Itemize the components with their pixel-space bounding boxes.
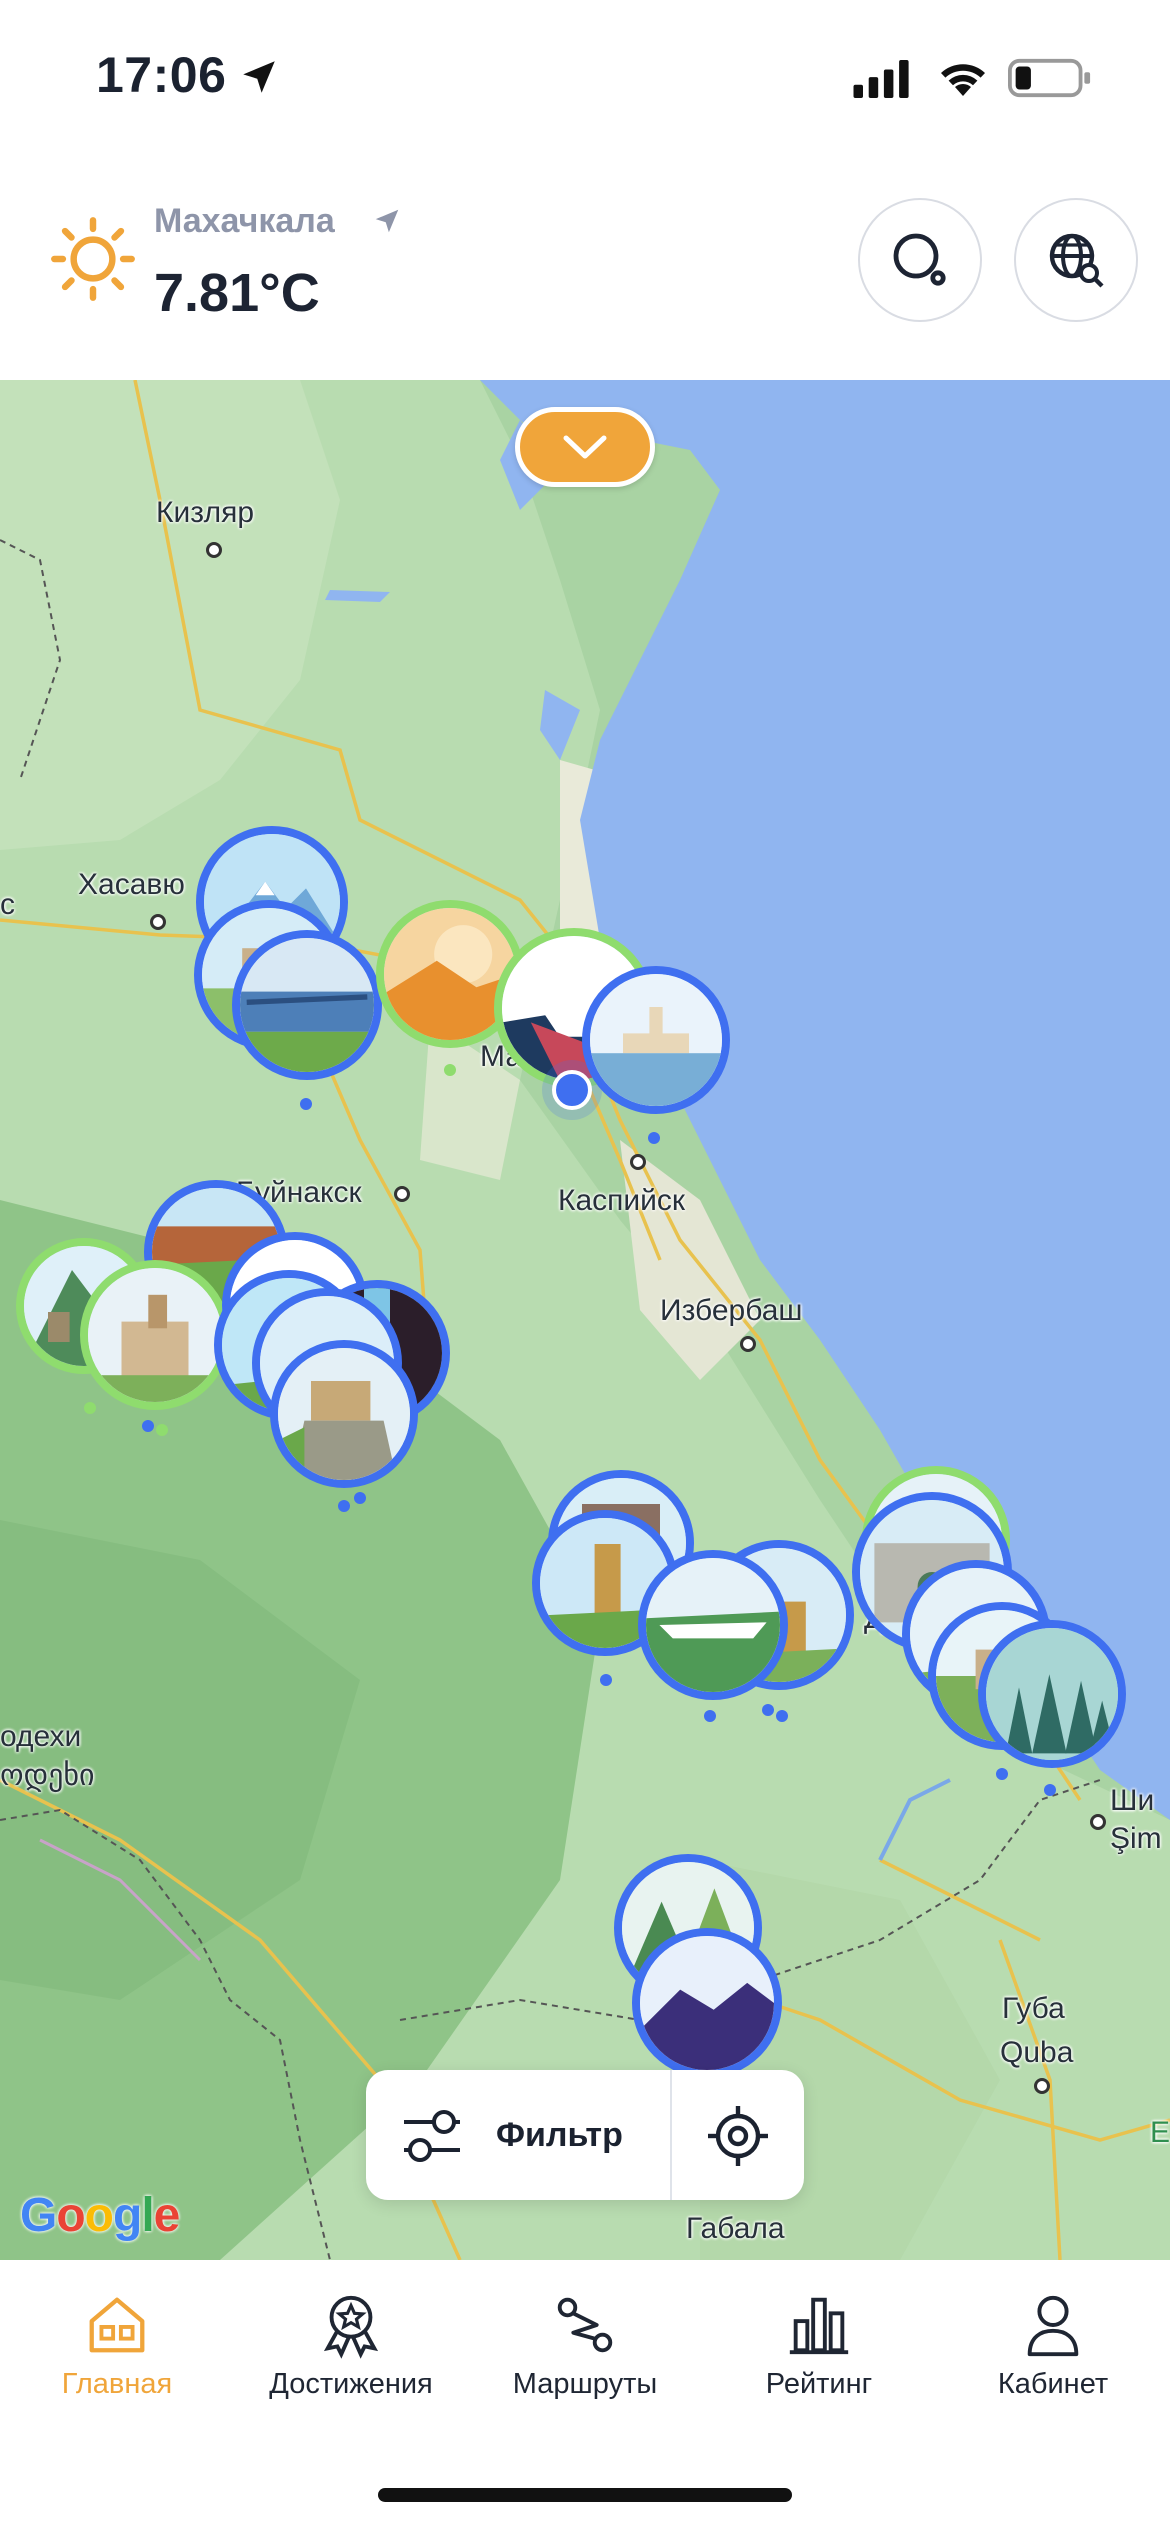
poi-dot [1044, 1784, 1056, 1796]
poi-dot [704, 1710, 716, 1722]
poi-marker[interactable] [978, 1620, 1126, 1768]
poi-dot [300, 1098, 312, 1110]
temperature: 7.81°C [154, 263, 320, 323]
user-icon [1027, 2295, 1079, 2357]
city-marker [630, 1154, 646, 1170]
city-marker [1034, 2078, 1050, 2094]
tab-label: Достижения [269, 2368, 433, 2400]
city-marker [1090, 1814, 1106, 1830]
poi-dot [996, 1768, 1008, 1780]
city-marker [206, 542, 222, 558]
poi-dot [338, 1500, 350, 1512]
poi-marker[interactable] [582, 966, 730, 1114]
poi-dot [142, 1420, 154, 1432]
filter-label: Фильтр [496, 2116, 623, 2154]
tab-label: Кабинет [997, 2368, 1109, 2400]
filter-button[interactable]: Фильтр [366, 2070, 670, 2200]
city-marker [740, 1336, 756, 1352]
poi-marker[interactable] [80, 1260, 230, 1410]
locate-me-button[interactable] [672, 2070, 804, 2200]
map-label-lagodekhi: одехи [0, 1720, 82, 1753]
poi-dot [776, 1710, 788, 1722]
map-label-shi: Ши [1110, 1784, 1155, 1817]
poi-dot [600, 1674, 612, 1686]
tab-label: Рейтинг [765, 2368, 873, 2400]
search-button[interactable] [858, 198, 982, 322]
poi-marker[interactable] [638, 1550, 788, 1700]
weather-header: Махачкала 7.81°C [0, 150, 1170, 380]
city-marker [150, 914, 166, 930]
globe-search-icon [1049, 233, 1104, 288]
search-icon [893, 233, 946, 286]
map-label-edge-e: E [1150, 2116, 1170, 2149]
map-label-khasavyurt: Хасавю [78, 868, 185, 901]
home-icon [89, 2297, 145, 2353]
status-time: 17:06 [96, 47, 227, 103]
poi-dot [648, 1132, 660, 1144]
city-name: Махачкала [154, 202, 335, 240]
tab-label: Главная [61, 2368, 173, 2400]
poi-dot [444, 1064, 456, 1076]
tab-rating[interactable]: Рейтинг [702, 2290, 936, 2430]
tab-routes[interactable]: Маршруты [468, 2290, 702, 2430]
map-label-shim: Şim [1110, 1822, 1162, 1855]
home-indicator [378, 2488, 792, 2502]
tab-achievements[interactable]: Достижения [234, 2290, 468, 2430]
poi-marker[interactable] [270, 1340, 418, 1488]
map-label-guba: Губа [1002, 1992, 1065, 2025]
tab-label: Маршруты [512, 2368, 658, 2400]
map-controls: Фильтр [366, 2070, 804, 2200]
tab-home[interactable]: Главная [0, 2290, 234, 2430]
poi-marker[interactable] [632, 1928, 782, 2078]
map-label-edge: с [0, 888, 15, 921]
map-label-kaspiysk: Каспийск [558, 1184, 686, 1217]
chevron-down-icon [563, 435, 607, 459]
city-marker [394, 1186, 410, 1202]
crosshair-icon [708, 2106, 768, 2166]
poi-dot [156, 1424, 168, 1436]
map-label-kizlyar: Кизляр [156, 496, 255, 529]
sun-icon [51, 217, 135, 301]
map-view[interactable]: Кизляр Хасавю с Ма Буйнакск Каспийск Изб… [0, 380, 1170, 2260]
bar-chart-icon [789, 2297, 849, 2355]
tab-profile[interactable]: Кабинет [936, 2290, 1170, 2430]
route-icon [557, 2297, 613, 2353]
poi-dot [762, 1704, 774, 1716]
poi-dot [84, 1402, 96, 1414]
map-label-gabala: Габала [686, 2212, 785, 2245]
user-location-marker [552, 1070, 592, 1110]
google-logo: Google [20, 2189, 180, 2242]
wifi-icon [941, 64, 985, 96]
cellular-signal-icon [853, 60, 909, 98]
location-arrow-icon [375, 209, 399, 233]
battery-icon [1008, 58, 1091, 98]
poi-marker[interactable] [232, 930, 382, 1080]
status-bar: 17:06 [0, 0, 1170, 150]
map-label-izberbash: Избербаш [660, 1294, 803, 1327]
globe-search-button[interactable] [1014, 198, 1138, 322]
map-label-quba: Quba [1000, 2036, 1074, 2069]
map-label-lagodekhi-ka: ოდეხი [0, 1759, 95, 1792]
location-arrow-icon [243, 61, 275, 93]
award-icon [323, 2295, 379, 2359]
collapse-button[interactable] [515, 407, 655, 487]
poi-dot [354, 1492, 366, 1504]
sliders-icon [404, 2110, 460, 2162]
